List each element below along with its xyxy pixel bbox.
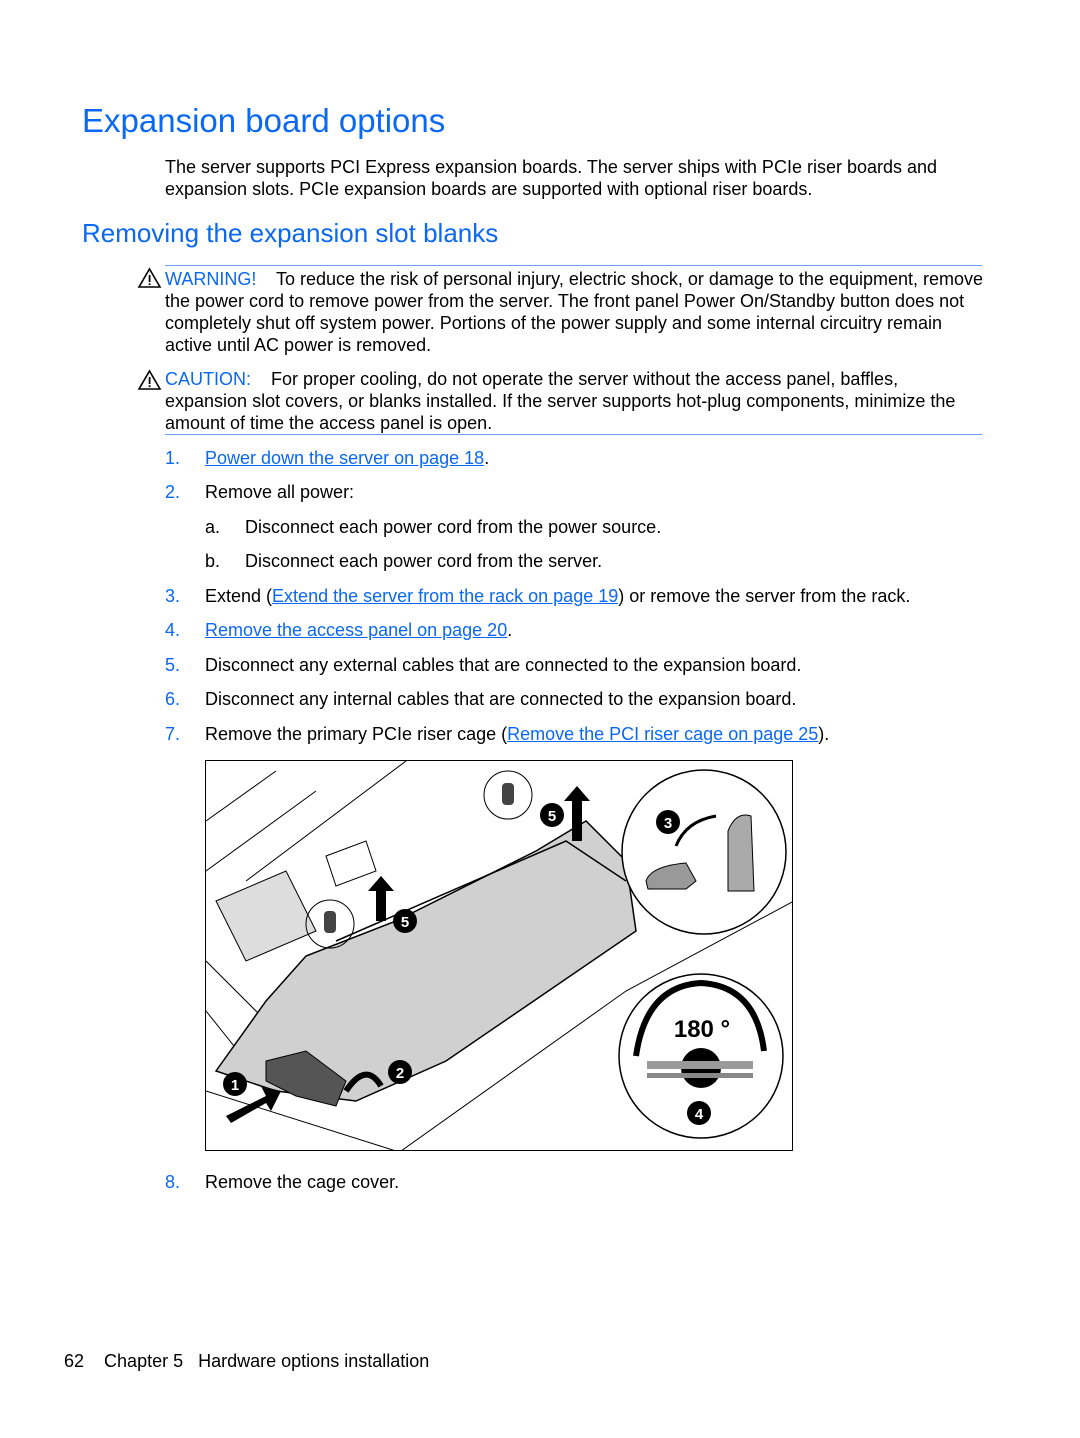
step-8: 8. Remove the cage cover. [165,1172,400,1192]
callout-5b: 5 [548,808,556,825]
step-4: 4. Remove the access panel on page 20. [165,620,513,640]
substep-a: a. Disconnect each power cord from the po… [205,517,662,537]
substep-b: b. Disconnect each power cord from the se… [205,551,603,571]
detail-circle-3 [621,769,787,935]
remove-access-panel-link[interactable]: Remove the access panel on page 20 [205,620,507,640]
remove-riser-cage-link[interactable]: Remove the PCI riser cage on page 25 [507,724,818,744]
divider [165,434,982,435]
step-5: 5. Disconnect any external cables that ar… [165,655,802,675]
warning-text: To reduce the risk of personal injury, e… [165,269,984,355]
section-title: Removing the expansion slot blanks [82,218,499,248]
up-arrow-icon [368,876,394,921]
chapter-label: Chapter 5 [104,1351,184,1371]
caution-text: For proper cooling, do not operate the s… [165,369,956,433]
callout-2: 2 [396,1065,404,1082]
warning-triangle-icon [137,267,162,288]
page-number: 62 [64,1351,85,1371]
page-title: Expansion board options [82,102,446,139]
page-footer: 62 Chapter 5 Hardware options installati… [64,1350,429,1372]
callout-4: 4 [695,1106,704,1123]
caution-label: CAUTION: [165,369,252,389]
intro-paragraph: The server supports PCI Express expansio… [165,157,938,199]
step-1: 1. Power down the server on page 18. [165,448,490,468]
extend-server-link[interactable]: Extend the server from the rack on page … [272,586,618,606]
caution-triangle-icon [137,369,162,390]
document-page: Expansion board options The server suppo… [0,0,1080,1438]
power-down-link[interactable]: Power down the server on page 18 [205,448,484,468]
step-2: 2. Remove all power: [165,482,355,502]
angle-label: 180 ° [674,1016,730,1043]
chapter-title: Hardware options installation [198,1351,430,1371]
callout-3: 3 [664,815,672,832]
callout-1: 1 [231,1077,239,1094]
step-7: 7. Remove the primary PCIe riser cage (Re… [165,724,830,744]
step-6: 6. Disconnect any internal cables that ar… [165,689,797,709]
caution-notice: CAUTION: For proper cooling, do not oper… [165,368,985,434]
callout-5: 5 [401,914,409,931]
warning-notice: WARNING! To reduce the risk of personal … [165,268,985,356]
warning-label: WARNING! [165,269,257,289]
step-3: 3. Extend (Extend the server from the rac… [165,586,911,606]
riser-cage-illustration: 1 2 3 4 5 5 180 ° [205,760,793,1151]
divider [165,265,982,266]
